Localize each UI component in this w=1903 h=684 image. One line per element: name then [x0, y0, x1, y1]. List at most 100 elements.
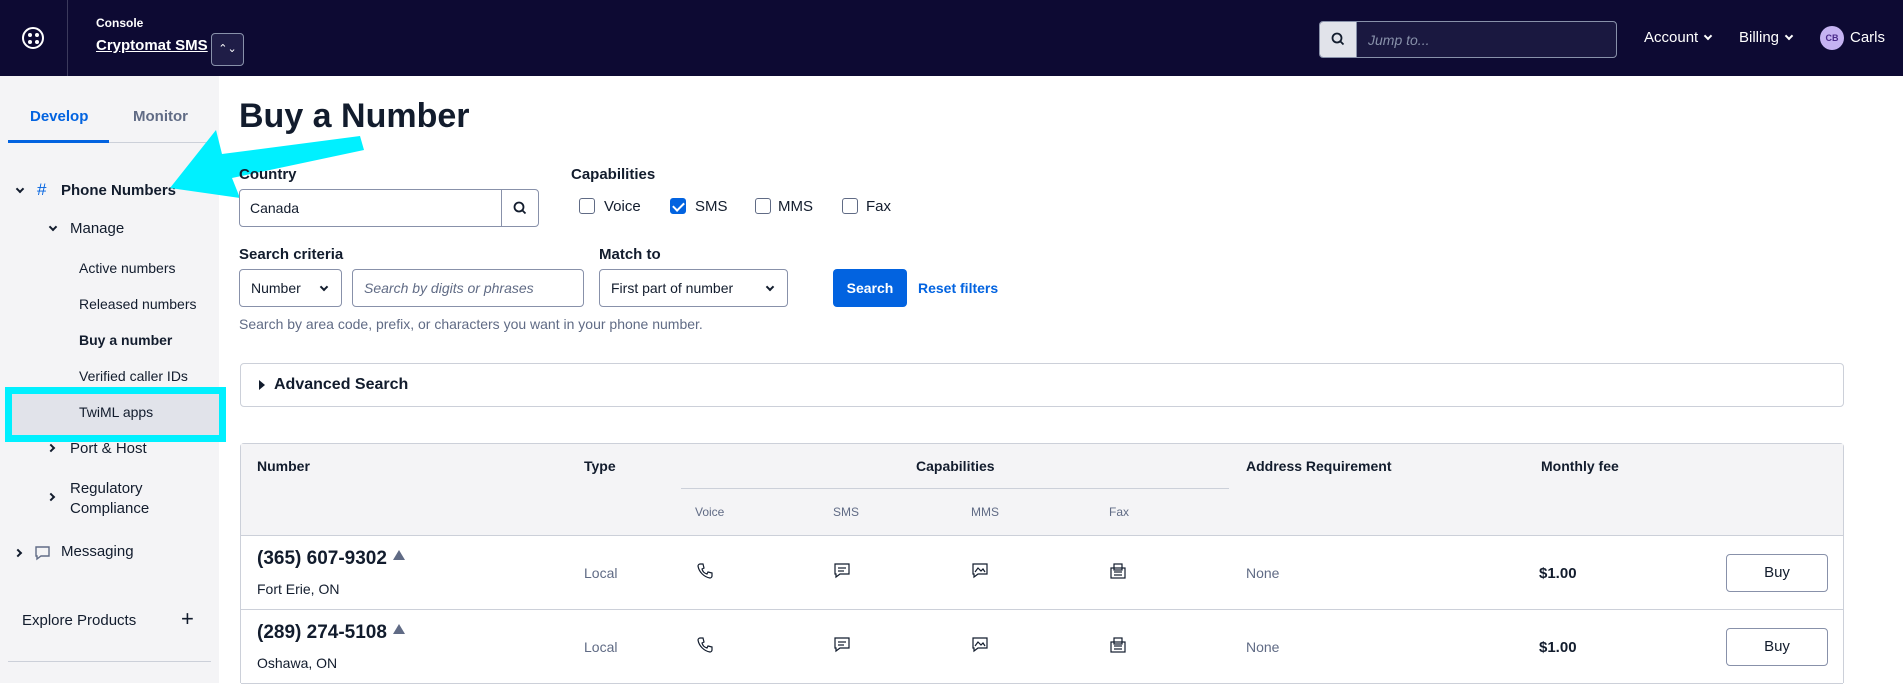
buy-button[interactable]: Buy: [1726, 554, 1828, 592]
active-tab-indicator: [8, 140, 109, 143]
monthly-fee: $1.00: [1539, 565, 1577, 582]
twilio-logo-icon[interactable]: [22, 27, 44, 49]
avatar[interactable]: CB: [1820, 26, 1844, 50]
chevron-right-icon[interactable]: [46, 492, 56, 502]
tab-develop[interactable]: Develop: [30, 108, 88, 125]
plus-icon[interactable]: +: [181, 606, 194, 632]
search-icon[interactable]: [1320, 22, 1357, 57]
fax-icon: [1110, 637, 1126, 653]
jump-to-input[interactable]: Jump to...: [1368, 32, 1429, 48]
country-label: Country: [239, 166, 297, 183]
message-icon: [35, 546, 50, 561]
sidebar-item-active-numbers[interactable]: Active numbers: [79, 260, 175, 276]
mms-checkbox[interactable]: [755, 198, 771, 214]
sidebar-item-regulatory[interactable]: Regulatory: [70, 480, 143, 497]
advanced-search-label: Advanced Search: [274, 376, 409, 393]
sidebar-item-compliance[interactable]: Compliance: [70, 500, 149, 517]
search-criteria-value: Number: [251, 280, 301, 296]
triangle-icon: [392, 550, 405, 560]
sidebar-item-phone-numbers[interactable]: Phone Numbers: [61, 182, 176, 199]
tab-monitor[interactable]: Monitor: [133, 108, 188, 125]
phone-icon: [697, 563, 713, 579]
search-icon[interactable]: [501, 190, 538, 226]
sidebar-item-manage[interactable]: Manage: [70, 220, 124, 237]
account-menu[interactable]: Account: [1644, 29, 1713, 46]
chevron-down-icon[interactable]: [48, 222, 58, 232]
billing-menu-label: Billing: [1739, 29, 1780, 46]
table-header: Number Type Capabilities Voice SMS MMS F…: [241, 444, 1843, 536]
phone-number: (365) 607-9302: [257, 548, 405, 570]
mms-icon: [972, 637, 988, 653]
page-title: Buy a Number: [239, 97, 470, 135]
sidebar-item-verified-caller-ids[interactable]: Verified caller IDs: [79, 368, 188, 384]
fax-checkbox[interactable]: [842, 198, 858, 214]
search-criteria-select[interactable]: Number: [239, 269, 342, 307]
column-number: Number: [257, 458, 310, 474]
user-menu-label[interactable]: Carls: [1850, 29, 1885, 46]
number-type: Local: [584, 639, 618, 655]
capabilities-label: Capabilities: [571, 166, 656, 183]
chevron-right-icon[interactable]: [46, 443, 56, 453]
fax-icon: [1110, 563, 1126, 579]
column-monthly-fee: Monthly fee: [1541, 458, 1619, 474]
match-to-select[interactable]: First part of number: [599, 269, 788, 307]
search-input-placeholder: Search by digits or phrases: [364, 280, 534, 296]
sidebar-item-port-host[interactable]: Port & Host: [70, 440, 147, 457]
search-criteria-label: Search criteria: [239, 246, 344, 263]
phone-icon: [697, 637, 713, 653]
console-label: Console: [96, 16, 144, 30]
chevron-right-icon[interactable]: [13, 548, 23, 558]
voice-checkbox[interactable]: [579, 198, 595, 214]
numbers-table: Number Type Capabilities Voice SMS MMS F…: [240, 443, 1844, 684]
sidebar-item-released-numbers[interactable]: Released numbers: [79, 296, 197, 312]
chevron-down-icon: [1784, 31, 1794, 41]
table-row: (289) 274-5108 Oshawa, ON Local None $1.…: [241, 610, 1843, 684]
chevron-down-icon: [319, 282, 329, 292]
divider: [681, 488, 1229, 489]
voice-checkbox-label[interactable]: Voice: [604, 198, 641, 215]
account-name-link[interactable]: Cryptomat SMS: [96, 37, 208, 54]
country-field[interactable]: Canada: [239, 189, 539, 227]
search-input[interactable]: Search by digits or phrases: [352, 269, 584, 307]
sms-checkbox-label[interactable]: SMS: [695, 198, 728, 215]
address-requirement: None: [1246, 565, 1280, 581]
hash-icon: #: [37, 180, 47, 199]
match-to-value: First part of number: [611, 280, 734, 296]
phone-number-text: (365) 607-9302: [257, 548, 387, 569]
phone-number-text: (289) 274-5108: [257, 622, 387, 643]
phone-number: (289) 274-5108: [257, 622, 405, 644]
sub-column-voice: Voice: [695, 505, 725, 519]
advanced-search-toggle[interactable]: Advanced Search: [240, 363, 1844, 407]
sidebar-item-buy-a-number[interactable]: Buy a number: [79, 332, 172, 348]
mms-checkbox-label[interactable]: MMS: [778, 198, 813, 215]
sms-icon: [834, 637, 850, 653]
column-type: Type: [584, 458, 616, 474]
fax-checkbox-label[interactable]: Fax: [866, 198, 891, 215]
sidebar-item-twiml-apps[interactable]: TwiML apps: [79, 404, 153, 420]
sidebar-item-messaging[interactable]: Messaging: [61, 543, 134, 560]
search-button[interactable]: Search: [833, 269, 907, 307]
column-capabilities: Capabilities: [916, 458, 995, 474]
account-menu-label: Account: [1644, 29, 1699, 46]
number-location: Oshawa, ON: [257, 655, 338, 671]
sms-checkbox[interactable]: [670, 198, 686, 214]
account-switcher-icon[interactable]: ⌃⌄: [211, 33, 244, 66]
caret-right-icon: [259, 380, 265, 390]
chevron-down-icon[interactable]: [15, 184, 25, 194]
country-value[interactable]: Canada: [250, 200, 299, 216]
buy-button[interactable]: Buy: [1726, 628, 1828, 666]
sub-column-sms: SMS: [833, 505, 860, 519]
sms-icon: [834, 563, 850, 579]
sidebar-item-explore-products[interactable]: Explore Products: [22, 612, 136, 629]
reset-filters-link[interactable]: Reset filters: [918, 280, 998, 296]
billing-menu[interactable]: Billing: [1739, 29, 1794, 46]
sub-column-fax: Fax: [1109, 505, 1130, 519]
divider: [67, 0, 68, 76]
divider: [8, 661, 211, 662]
match-to-label: Match to: [599, 246, 661, 263]
address-requirement: None: [1246, 639, 1280, 655]
mms-icon: [972, 563, 988, 579]
number-type: Local: [584, 565, 618, 581]
number-location: Fort Erie, ON: [257, 581, 340, 597]
jump-to-search[interactable]: Jump to...: [1319, 21, 1617, 58]
